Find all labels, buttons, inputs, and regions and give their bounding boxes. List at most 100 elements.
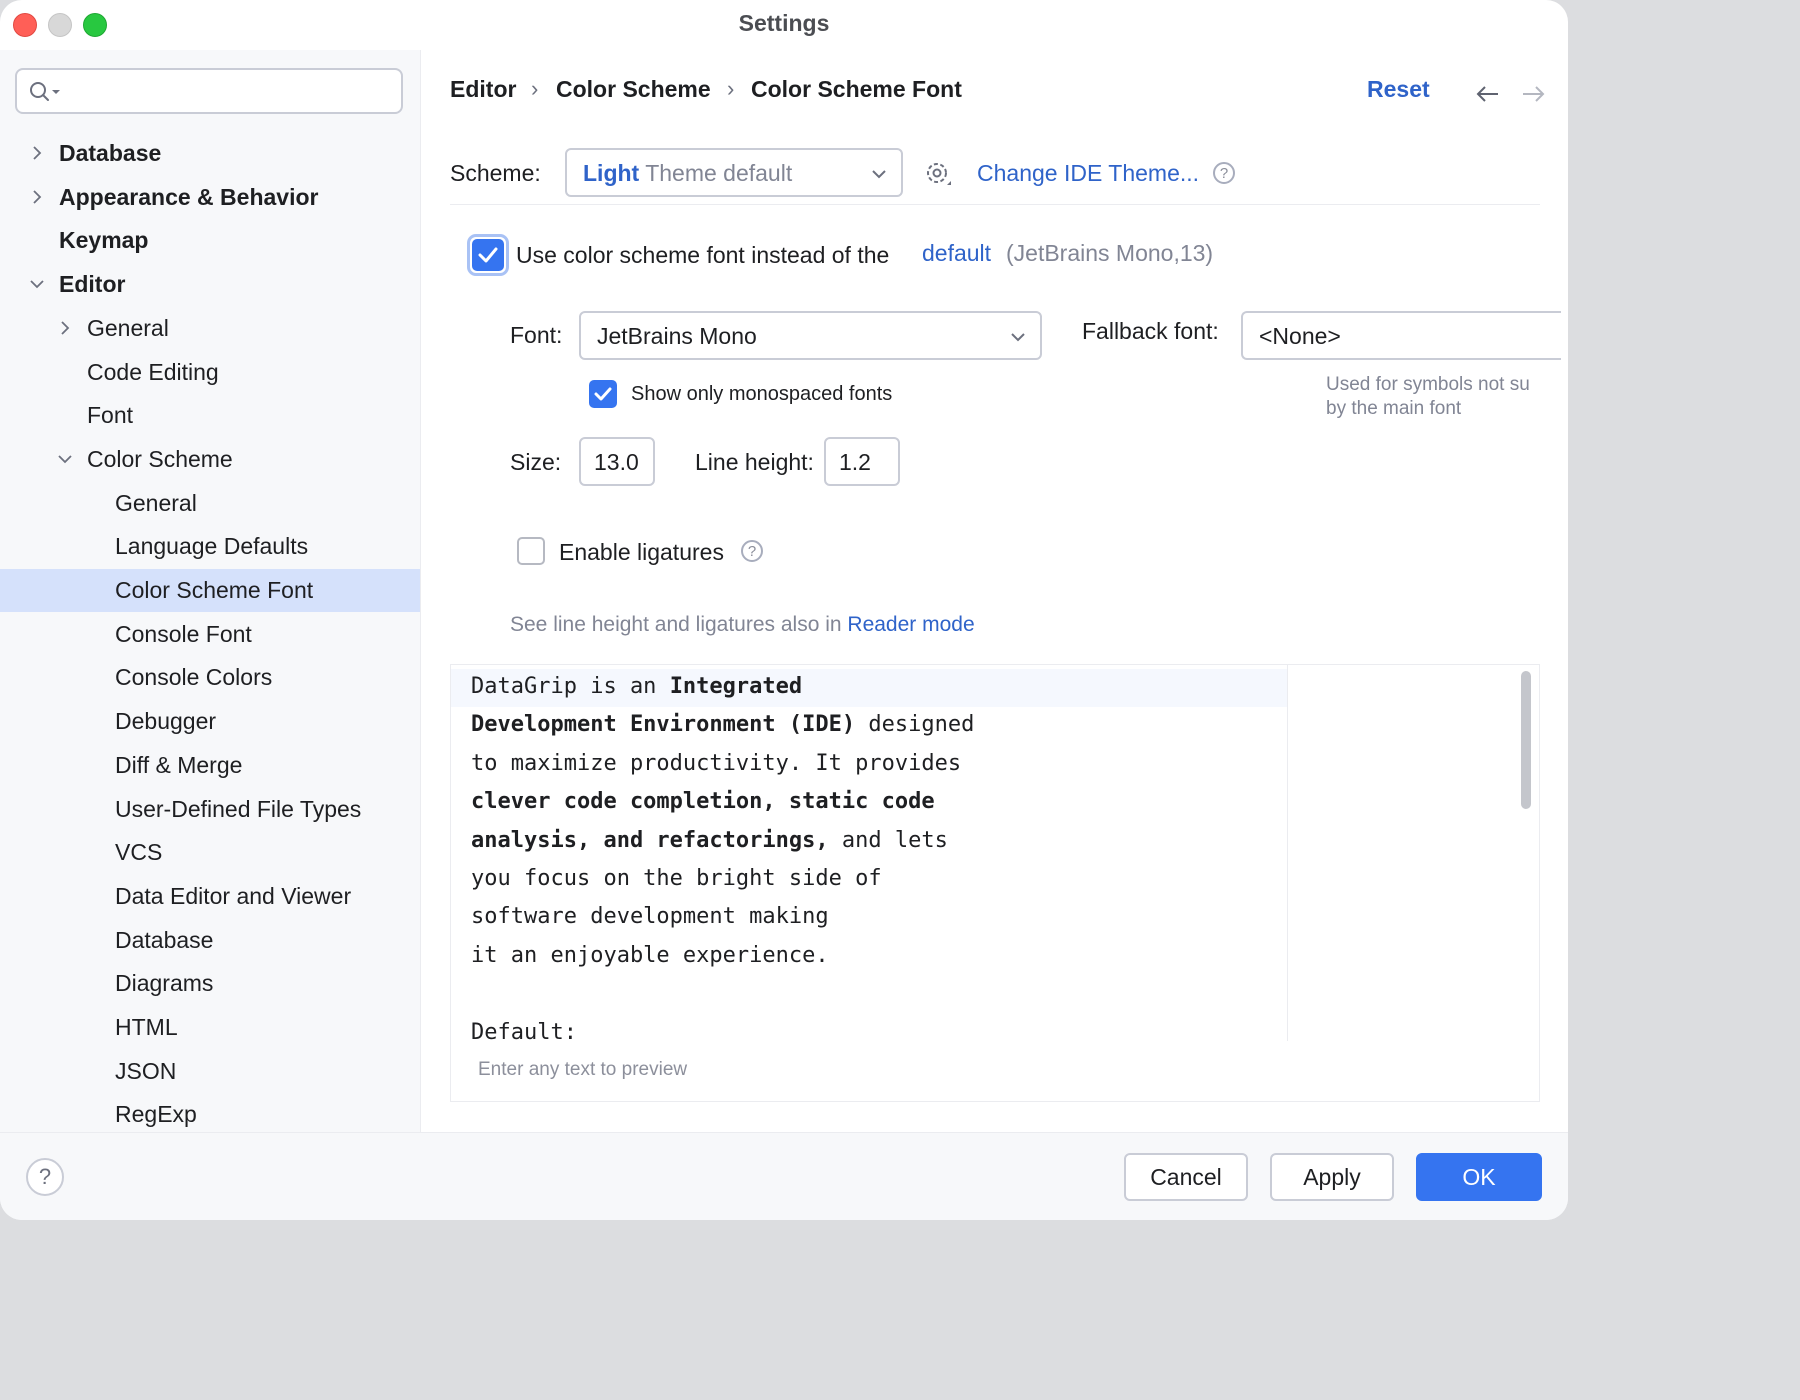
sidebar-item-diagrams[interactable]: Diagrams bbox=[0, 962, 420, 1005]
apply-button[interactable]: Apply bbox=[1270, 1153, 1394, 1201]
sidebar-item-label: Console Colors bbox=[115, 656, 272, 699]
sidebar-item-general[interactable]: General bbox=[0, 307, 420, 350]
settings-sidebar: DatabaseAppearance & BehaviorKeymapEdito… bbox=[0, 50, 421, 1132]
sidebar-item-label: Font bbox=[87, 394, 133, 437]
divider bbox=[450, 204, 1540, 205]
arrow-right-icon[interactable] bbox=[1521, 86, 1545, 102]
sidebar-item-console-colors[interactable]: Console Colors bbox=[0, 656, 420, 699]
chevron-right-icon[interactable] bbox=[29, 145, 45, 161]
preview-line: to maximize productivity. It provides bbox=[471, 745, 974, 783]
reader-mode-note: See line height and ligatures also in Re… bbox=[510, 613, 975, 637]
chevron-right-icon[interactable] bbox=[29, 189, 45, 205]
sidebar-item-vcs[interactable]: VCS bbox=[0, 831, 420, 874]
help-icon[interactable]: ? bbox=[1213, 162, 1235, 184]
preview-line: software development making bbox=[471, 898, 974, 936]
sidebar-item-label: Diagrams bbox=[115, 962, 213, 1005]
sidebar-item-database[interactable]: Database bbox=[0, 919, 420, 962]
sidebar-item-label: RegExp bbox=[115, 1093, 197, 1136]
scheme-select[interactable]: Light Theme default bbox=[565, 148, 903, 197]
sidebar-item-label: Data Editor and Viewer bbox=[115, 875, 351, 918]
checkmark-icon bbox=[472, 239, 504, 271]
sidebar-item-database[interactable]: Database bbox=[0, 132, 420, 175]
sidebar-item-regexp[interactable]: RegExp bbox=[0, 1093, 420, 1136]
sidebar-item-font[interactable]: Font bbox=[0, 394, 420, 437]
font-select[interactable]: JetBrains Mono bbox=[579, 311, 1042, 360]
reset-link[interactable]: Reset bbox=[1367, 76, 1430, 103]
sidebar-item-console-font[interactable]: Console Font bbox=[0, 613, 420, 656]
help-button[interactable]: ? bbox=[26, 1158, 64, 1196]
sidebar-item-label: Database bbox=[115, 919, 213, 962]
default-font-link[interactable]: default bbox=[922, 240, 991, 267]
sidebar-item-html[interactable]: HTML bbox=[0, 1006, 420, 1049]
font-value: JetBrains Mono bbox=[597, 323, 757, 350]
enable-ligatures-checkbox[interactable] bbox=[517, 537, 545, 565]
sidebar-item-appearance-behavior[interactable]: Appearance & Behavior bbox=[0, 176, 420, 219]
sidebar-item-json[interactable]: JSON bbox=[0, 1050, 420, 1093]
sidebar-item-color-scheme-font[interactable]: Color Scheme Font bbox=[0, 569, 420, 612]
sidebar-item-label: Keymap bbox=[59, 219, 148, 262]
sidebar-item-color-scheme[interactable]: Color Scheme bbox=[0, 438, 420, 481]
search-icon bbox=[29, 81, 63, 103]
breadcrumb-color-scheme[interactable]: Color Scheme bbox=[556, 76, 711, 103]
size-label: Size: bbox=[510, 449, 561, 476]
sidebar-item-label: General bbox=[87, 307, 169, 350]
chevron-down-icon[interactable] bbox=[29, 276, 45, 292]
font-preview-editor[interactable]: DataGrip is an IntegratedDevelopment Env… bbox=[450, 664, 1540, 1102]
sidebar-item-diff-merge[interactable]: Diff & Merge bbox=[0, 744, 420, 787]
chevron-down-icon bbox=[1010, 332, 1026, 342]
settings-window: Settings DatabaseAppearance & BehaviorKe… bbox=[0, 0, 1568, 1220]
ok-button[interactable]: OK bbox=[1416, 1153, 1542, 1201]
preview-line: Default: bbox=[471, 1014, 974, 1052]
sidebar-item-language-defaults[interactable]: Language Defaults bbox=[0, 525, 420, 568]
sidebar-item-label: Console Font bbox=[115, 613, 252, 656]
fallback-font-value: <None> bbox=[1259, 323, 1341, 350]
size-input[interactable]: 13.0 bbox=[579, 437, 655, 486]
change-ide-theme-link[interactable]: Change IDE Theme... bbox=[977, 160, 1199, 187]
arrow-left-icon[interactable] bbox=[1476, 86, 1500, 102]
sidebar-item-code-editing[interactable]: Code Editing bbox=[0, 351, 420, 394]
sidebar-item-label: General bbox=[115, 482, 197, 525]
chevron-down-icon[interactable] bbox=[57, 451, 73, 467]
sidebar-item-general[interactable]: General bbox=[0, 482, 420, 525]
fallback-font-select[interactable]: <None> bbox=[1241, 311, 1561, 360]
sidebar-item-label: Language Defaults bbox=[115, 525, 308, 568]
preview-scrollbar[interactable] bbox=[1521, 671, 1531, 809]
sidebar-item-label: Appearance & Behavior bbox=[59, 176, 318, 219]
use-scheme-font-label: Use color scheme font instead of the bbox=[516, 242, 889, 269]
line-height-label: Line height: bbox=[695, 449, 814, 476]
breadcrumb-current: Color Scheme Font bbox=[751, 76, 962, 103]
monospaced-only-label: Show only monospaced fonts bbox=[631, 383, 892, 406]
scheme-value-rest: Theme default bbox=[645, 160, 792, 186]
sidebar-item-label: Color Scheme Font bbox=[115, 569, 313, 612]
fallback-font-label: Fallback font: bbox=[1082, 318, 1219, 345]
cancel-button[interactable]: Cancel bbox=[1124, 1153, 1248, 1201]
search-input[interactable] bbox=[15, 68, 403, 114]
sidebar-item-data-editor-and-viewer[interactable]: Data Editor and Viewer bbox=[0, 875, 420, 918]
sidebar-item-debugger[interactable]: Debugger bbox=[0, 700, 420, 743]
fallback-font-hint: Used for symbols not su by the main font bbox=[1326, 373, 1540, 421]
sidebar-item-user-defined-file-types[interactable]: User-Defined File Types bbox=[0, 788, 420, 831]
gear-icon[interactable] bbox=[923, 159, 955, 191]
dialog-footer: ? Cancel Apply OK bbox=[0, 1132, 1568, 1220]
sidebar-item-keymap[interactable]: Keymap bbox=[0, 219, 420, 262]
preview-line: Development Environment (IDE) designed bbox=[471, 706, 974, 744]
help-icon[interactable]: ? bbox=[741, 540, 763, 562]
chevron-right-icon[interactable] bbox=[57, 320, 73, 336]
sidebar-item-editor[interactable]: Editor bbox=[0, 263, 420, 306]
settings-content: Editor › Color Scheme › Color Scheme Fon… bbox=[421, 50, 1568, 1132]
monospaced-only-checkbox[interactable] bbox=[589, 380, 617, 408]
use-scheme-font-checkbox[interactable] bbox=[472, 239, 504, 271]
preview-line: it an enjoyable experience. bbox=[471, 937, 974, 975]
line-height-input[interactable]: 1.2 bbox=[824, 437, 900, 486]
chevron-down-icon bbox=[871, 169, 887, 179]
font-label: Font: bbox=[510, 322, 562, 349]
breadcrumb-editor[interactable]: Editor bbox=[450, 76, 516, 103]
title-bar: Settings bbox=[0, 0, 1568, 50]
reader-mode-link[interactable]: Reader mode bbox=[847, 613, 974, 636]
right-margin-guide bbox=[1287, 665, 1288, 1041]
breadcrumb-separator: › bbox=[531, 76, 538, 102]
default-font-detail: (JetBrains Mono,13) bbox=[1006, 240, 1213, 267]
sidebar-item-label: Debugger bbox=[115, 700, 216, 743]
sidebar-item-label: Editor bbox=[59, 263, 125, 306]
preview-line: you focus on the bright side of bbox=[471, 860, 974, 898]
